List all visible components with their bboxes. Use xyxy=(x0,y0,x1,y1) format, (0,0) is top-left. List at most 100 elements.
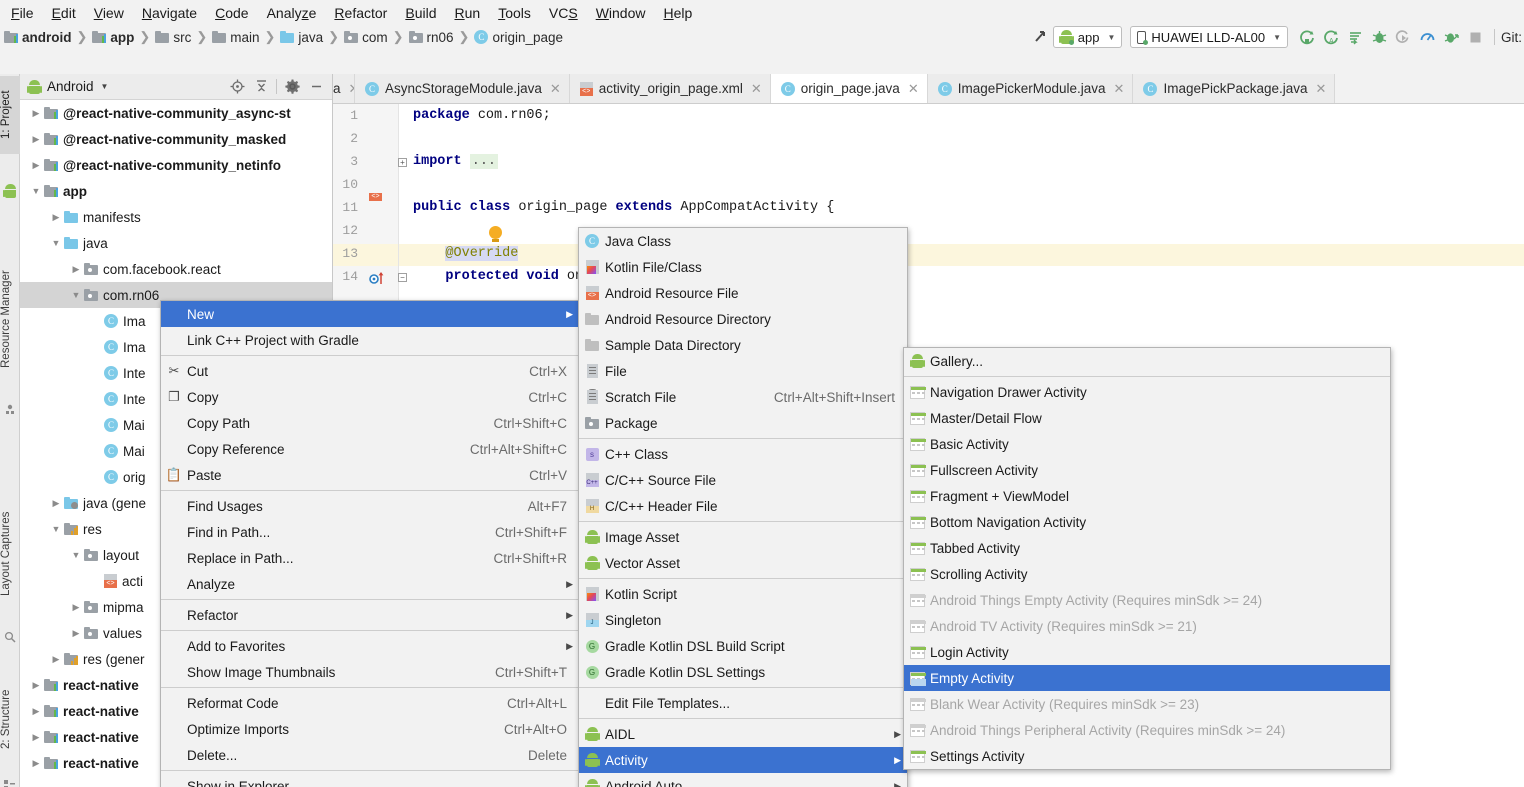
menu-tools[interactable]: Tools xyxy=(489,2,540,24)
apply-changes-icon[interactable]: A xyxy=(1320,26,1344,48)
menu-view[interactable]: View xyxy=(85,2,133,24)
menu-item-c-c-header-file[interactable]: C/C++ Header File xyxy=(579,493,907,519)
close-icon[interactable]: ✕ xyxy=(751,81,762,97)
make-project-icon[interactable] xyxy=(1029,26,1053,48)
menu-item-copy-reference[interactable]: Copy Reference Ctrl+Alt+Shift+C xyxy=(161,436,579,462)
run-log-icon[interactable] xyxy=(1344,26,1368,48)
menu-item-new[interactable]: New ▶ xyxy=(161,301,579,327)
menu-navigate[interactable]: Navigate xyxy=(133,2,206,24)
intention-bulb-icon[interactable] xyxy=(489,226,502,242)
hide-panel-icon[interactable] xyxy=(304,76,328,98)
close-icon[interactable]: ✕ xyxy=(1114,81,1125,97)
breadcrumb-item-app[interactable]: app xyxy=(92,30,134,45)
breadcrumb-item-com[interactable]: com xyxy=(344,30,388,45)
chevron-down-icon[interactable] xyxy=(48,238,64,248)
menu-item-add-to-favorites[interactable]: Add to Favorites ▶ xyxy=(161,633,579,659)
run-configuration-selector[interactable]: app ▼ xyxy=(1052,26,1123,48)
chevron-right-icon[interactable] xyxy=(48,498,64,509)
close-icon[interactable]: ✕ xyxy=(908,81,919,97)
device-explorer-icon[interactable] xyxy=(1440,26,1464,48)
menu-item-bottom-navigation-activity[interactable]: Bottom Navigation Activity xyxy=(904,509,1390,535)
chevron-right-icon[interactable] xyxy=(28,732,44,743)
menu-code[interactable]: Code xyxy=(206,2,257,24)
breadcrumb-item-java[interactable]: java xyxy=(280,30,323,45)
editor-tab-imagepickermodule-java[interactable]: C ImagePickerModule.java ✕ xyxy=(927,74,1134,103)
menu-item-cut[interactable]: ✂ Cut Ctrl+X xyxy=(161,358,579,384)
menu-item-scrolling-activity[interactable]: Scrolling Activity xyxy=(904,561,1390,587)
menu-item-android-resource-file[interactable]: Android Resource File xyxy=(579,280,907,306)
menu-window[interactable]: Window xyxy=(587,2,655,24)
menu-item-empty-activity[interactable]: Empty Activity xyxy=(904,665,1390,691)
close-icon[interactable]: ✕ xyxy=(1316,81,1327,97)
chevron-right-icon[interactable] xyxy=(28,160,44,171)
chevron-right-icon[interactable] xyxy=(68,628,84,639)
chevron-right-icon[interactable] xyxy=(28,706,44,717)
menu-item-file[interactable]: File xyxy=(579,358,907,384)
collapse-all-icon[interactable] xyxy=(249,76,273,98)
menu-item-optimize-imports[interactable]: Optimize Imports Ctrl+Alt+O xyxy=(161,716,579,742)
menu-item-gradle-kotlin-dsl-settings[interactable]: G Gradle Kotlin DSL Settings xyxy=(579,659,907,685)
editor-tab-asyncstoragemodule-java[interactable]: C AsyncStorageModule.java ✕ xyxy=(355,74,570,103)
menu-item-activity[interactable]: Activity ▶ xyxy=(579,747,907,773)
device-selector[interactable]: HUAWEI LLD-AL00 ▼ xyxy=(1130,26,1288,48)
menu-item-aidl[interactable]: AIDL ▶ xyxy=(579,721,907,747)
breadcrumb-item-origin-page[interactable]: Corigin_page xyxy=(474,30,563,45)
breadcrumb-item-rn06[interactable]: rn06 xyxy=(408,30,454,45)
menu-item-package[interactable]: Package xyxy=(579,410,907,436)
menu-item-fullscreen-activity[interactable]: Fullscreen Activity xyxy=(904,457,1390,483)
menu-item-link-c-project-with-gradle[interactable]: Link C++ Project with Gradle xyxy=(161,327,579,353)
menu-item-kotlin-script[interactable]: Kotlin Script xyxy=(579,581,907,607)
editor-tab-a[interactable]: a✕ xyxy=(333,74,355,103)
menu-item-android-tv-activity-requires-minsdk-21[interactable]: Android TV Activity (Requires minSdk >= … xyxy=(904,613,1390,639)
tree-node-manifests[interactable]: manifests xyxy=(20,204,332,230)
menu-item-copy-path[interactable]: Copy Path Ctrl+Shift+C xyxy=(161,410,579,436)
menu-run[interactable]: Run xyxy=(446,2,490,24)
menu-analyze[interactable]: Analyze xyxy=(258,2,326,24)
chevron-right-icon[interactable] xyxy=(68,602,84,613)
menu-help[interactable]: Help xyxy=(655,2,702,24)
chevron-right-icon[interactable] xyxy=(28,758,44,769)
fold-expand-icon[interactable]: + xyxy=(398,158,407,167)
menu-vcs[interactable]: VCS xyxy=(540,2,587,24)
chevron-right-icon[interactable] xyxy=(48,654,64,665)
chevron-right-icon[interactable] xyxy=(28,108,44,119)
locate-icon[interactable] xyxy=(225,76,249,98)
menu-item-android-things-empty-activity-requires-minsdk-24[interactable]: Android Things Empty Activity (Requires … xyxy=(904,587,1390,613)
tree-node-java[interactable]: java xyxy=(20,230,332,256)
run-icon[interactable] xyxy=(1296,26,1320,48)
chevron-down-icon[interactable] xyxy=(28,186,44,196)
menu-refactor[interactable]: Refactor xyxy=(325,2,396,24)
tree-node--react-native-community-async-st[interactable]: @react-native-community_async-st xyxy=(20,100,332,126)
stop-icon[interactable] xyxy=(1464,26,1488,48)
menu-item-c-class[interactable]: s C++ Class xyxy=(579,441,907,467)
debug-icon[interactable] xyxy=(1368,26,1392,48)
menu-item-sample-data-directory[interactable]: Sample Data Directory xyxy=(579,332,907,358)
editor-tab-origin-page-java[interactable]: Corigin_page.java ✕ xyxy=(770,74,928,103)
menu-item-edit-file-templates[interactable]: Edit File Templates... xyxy=(579,690,907,716)
editor-tab-activity-origin-page-xml[interactable]: activity_origin_page.xml ✕ xyxy=(569,74,771,103)
menu-item-c-c-source-file[interactable]: C/C++ Source File xyxy=(579,467,907,493)
menu-item-reformat-code[interactable]: Reformat Code Ctrl+Alt+L xyxy=(161,690,579,716)
editor-tab-imagepickpackage-java[interactable]: C ImagePickPackage.java ✕ xyxy=(1133,74,1336,103)
menu-item-image-asset[interactable]: Image Asset xyxy=(579,524,907,550)
rail-tab-1-project[interactable]: 1: Project xyxy=(0,76,20,154)
menu-file[interactable]: File xyxy=(2,2,43,24)
menu-item-gallery[interactable]: Gallery... xyxy=(904,348,1390,374)
attach-debugger-icon[interactable] xyxy=(1392,26,1416,48)
menu-item-basic-activity[interactable]: Basic Activity xyxy=(904,431,1390,457)
rail-tab-layout-captures[interactable]: Layout Captures xyxy=(0,484,20,624)
menu-item-blank-wear-activity-requires-minsdk-23[interactable]: Blank Wear Activity (Requires minSdk >= … xyxy=(904,691,1390,717)
git-label[interactable]: Git: xyxy=(1501,30,1524,45)
profiler-icon[interactable] xyxy=(1416,26,1440,48)
chevron-down-icon[interactable] xyxy=(68,290,84,300)
menu-item-analyze[interactable]: Analyze ▶ xyxy=(161,571,579,597)
menu-item-show-image-thumbnails[interactable]: Show Image Thumbnails Ctrl+Shift+T xyxy=(161,659,579,685)
chevron-down-icon[interactable] xyxy=(48,524,64,534)
breadcrumb-item-main[interactable]: main xyxy=(212,30,260,45)
menu-item-login-activity[interactable]: Login Activity xyxy=(904,639,1390,665)
menu-item-java-class[interactable]: C Java Class xyxy=(579,228,907,254)
menu-item-show-in-explorer[interactable]: Show in Explorer xyxy=(161,773,579,787)
menu-item-vector-asset[interactable]: Vector Asset xyxy=(579,550,907,576)
tree-node--react-native-community-masked[interactable]: @react-native-community_masked xyxy=(20,126,332,152)
menu-item-tabbed-activity[interactable]: Tabbed Activity xyxy=(904,535,1390,561)
